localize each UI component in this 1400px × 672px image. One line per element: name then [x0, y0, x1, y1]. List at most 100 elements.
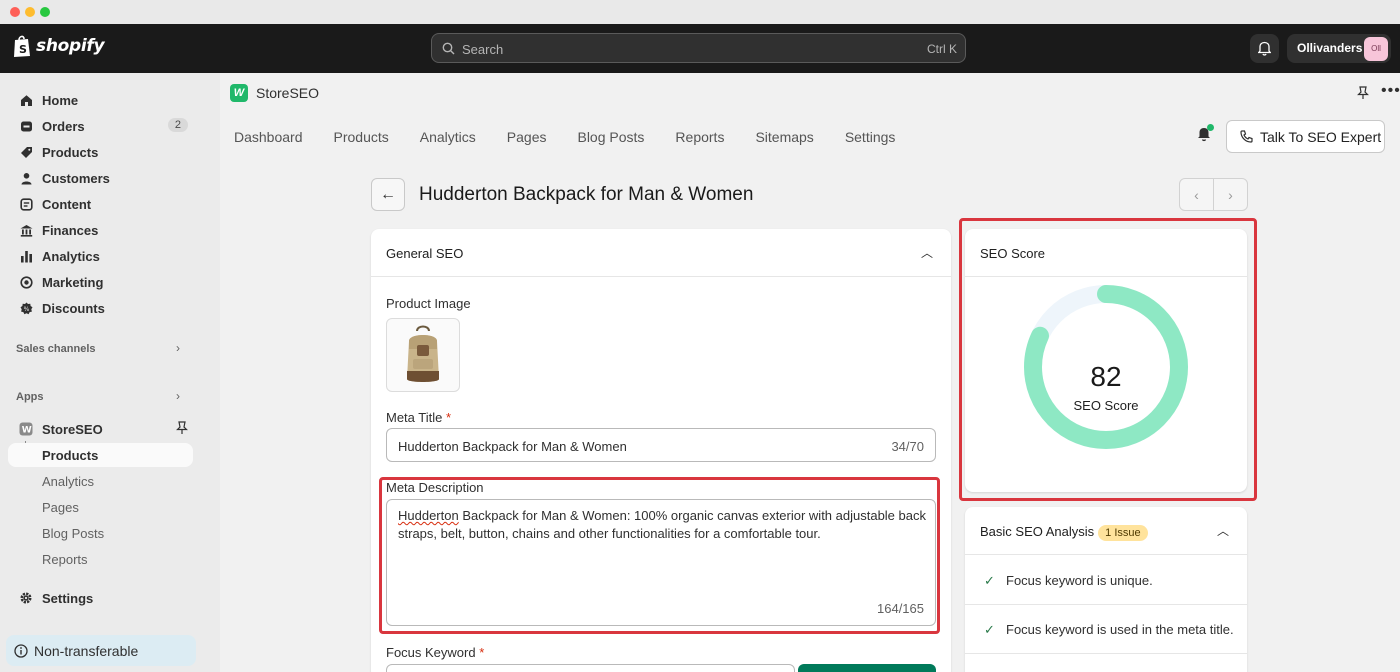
svg-text:S: S [19, 43, 27, 56]
backpack-image [407, 325, 439, 382]
sidebar-item-settings[interactable]: Settings [8, 586, 194, 610]
tab-settings[interactable]: Settings [845, 129, 896, 145]
shopify-logo[interactable]: S shopify [12, 34, 105, 58]
sidebar-item-label: Discounts [42, 300, 105, 316]
meta-title-value: Hudderton Backpack for Man & Women [398, 439, 627, 454]
gear-icon [18, 590, 34, 606]
content-icon [18, 196, 34, 212]
global-search-input[interactable]: Search Ctrl K [431, 33, 966, 63]
window-minimize-button[interactable] [25, 7, 35, 17]
non-transferable-banner[interactable]: Non-transferable [6, 635, 196, 666]
product-image-thumbnail[interactable] [386, 318, 460, 392]
app-header: W StoreSEO [230, 84, 319, 102]
talk-to-seo-expert-button[interactable]: Talk To SEO Expert [1226, 120, 1385, 153]
required-asterisk: * [445, 410, 452, 425]
sidebar-subitem-analytics[interactable]: Analytics [42, 474, 94, 489]
bank-icon [18, 222, 34, 238]
storeseo-logo-icon: W [230, 84, 248, 102]
non-transferable-label: Non-transferable [34, 642, 139, 659]
sidebar-subitem-reports[interactable]: Reports [42, 552, 88, 567]
sidebar-item-label: Content [42, 196, 92, 212]
previous-product-button[interactable]: ‹ [1180, 179, 1214, 210]
sidebar-item-marketing[interactable]: Marketing [8, 270, 194, 294]
search-placeholder: Search [462, 42, 504, 57]
sidebar-item-orders[interactable]: Orders 2 [8, 114, 194, 138]
sidebar-item-label: Settings [42, 590, 94, 606]
seo-score-highlight [959, 218, 1257, 501]
analysis-check-row[interactable]: ✓ Focus keyword is used in the meta titl… [965, 605, 1247, 654]
more-options-icon[interactable]: ••• [1381, 82, 1400, 100]
tab-analytics[interactable]: Analytics [420, 129, 476, 145]
app-notifications-bell-icon[interactable] [1197, 124, 1214, 145]
apps-heading[interactable]: Apps [16, 391, 44, 403]
sidebar-item-customers[interactable]: Customers [8, 166, 194, 190]
tab-dashboard[interactable]: Dashboard [234, 129, 303, 145]
product-image-label: Product Image [386, 296, 471, 311]
focus-keyword-button[interactable] [798, 664, 936, 672]
discount-icon: % [18, 300, 34, 316]
sidebar-item-products[interactable]: Products [8, 140, 194, 164]
meta-title-input[interactable]: Hudderton Backpack for Man & Women 34/70 [386, 428, 936, 462]
chevron-up-icon[interactable]: ︿ [921, 244, 933, 261]
window-maximize-button[interactable] [40, 7, 50, 17]
sidebar-item-discounts[interactable]: % Discounts [8, 296, 194, 320]
focus-keyword-input[interactable] [386, 664, 795, 672]
checkmark-icon: ✓ [984, 573, 995, 588]
orders-icon [18, 118, 34, 134]
analysis-check-row[interactable]: ✓ Focus keyword is unique. [965, 556, 1247, 605]
next-product-button[interactable]: › [1214, 179, 1247, 210]
sidebar-item-storeseo[interactable]: W StoreSEO [8, 417, 194, 441]
back-button[interactable]: ← [371, 178, 405, 211]
shopify-topbar: S shopify Search Ctrl K Ollivanders Oll [0, 24, 1400, 73]
checkmark-icon: ✓ [984, 622, 995, 637]
store-menu-button[interactable]: Ollivanders Oll [1287, 34, 1391, 63]
sidebar-subitem-blog-posts[interactable]: Blog Posts [42, 526, 104, 541]
basic-seo-analysis-title: Basic SEO Analysis 1 Issue [980, 524, 1148, 541]
sidebar: Home Orders 2 Products Customers Content… [0, 73, 220, 672]
basic-seo-analysis-heading: Basic SEO Analysis [980, 524, 1095, 539]
general-seo-header[interactable]: General SEO ︿ [371, 229, 951, 277]
search-icon [442, 42, 455, 55]
svg-text:%: % [23, 306, 29, 313]
sidebar-item-home[interactable]: Home [8, 88, 194, 112]
general-seo-title: General SEO [386, 246, 464, 261]
tab-reports[interactable]: Reports [675, 129, 724, 145]
basic-seo-analysis-header[interactable]: Basic SEO Analysis 1 Issue ︿ [965, 507, 1247, 555]
pin-icon[interactable] [176, 421, 188, 438]
sidebar-item-label: Orders [42, 118, 85, 134]
store-avatar: Oll [1364, 37, 1388, 61]
sidebar-item-label: Products [42, 144, 99, 160]
sidebar-item-content[interactable]: Content [8, 192, 194, 216]
analysis-check-text: Focus keyword is unique. [1006, 573, 1153, 588]
sidebar-item-finances[interactable]: Finances [8, 218, 194, 242]
sidebar-item-label: Analytics [42, 248, 100, 264]
tab-blog-posts[interactable]: Blog Posts [577, 129, 644, 145]
chevron-right-icon[interactable]: › [176, 341, 180, 355]
sidebar-subitem-products[interactable]: Products [8, 443, 193, 467]
orders-count-badge: 2 [167, 118, 188, 132]
tab-pages[interactable]: Pages [507, 129, 547, 145]
meta-description-highlight [379, 477, 940, 634]
meta-title-label-text: Meta Title [386, 410, 443, 425]
bar-chart-icon [18, 248, 34, 264]
tab-products[interactable]: Products [334, 129, 389, 145]
window-close-button[interactable] [10, 7, 20, 17]
app-tab-bar: Dashboard Products Analytics Pages Blog … [234, 129, 926, 145]
sidebar-subitem-pages[interactable]: Pages [42, 500, 79, 515]
sales-channels-heading[interactable]: Sales channels [16, 343, 96, 355]
notifications-button[interactable] [1250, 34, 1279, 63]
sidebar-item-analytics[interactable]: Analytics [8, 244, 194, 268]
storeseo-app-icon: W [18, 421, 34, 437]
info-icon [14, 643, 28, 658]
pin-icon[interactable] [1357, 86, 1369, 103]
chevron-right-icon[interactable]: › [176, 389, 180, 403]
phone-icon [1240, 130, 1253, 143]
window-titlebar [0, 0, 1400, 24]
tab-sitemaps[interactable]: Sitemaps [755, 129, 813, 145]
target-icon [18, 274, 34, 290]
app-name: StoreSEO [256, 85, 320, 101]
svg-text:W: W [22, 426, 32, 436]
shopify-wordmark: shopify [36, 36, 105, 56]
focus-keyword-label: Focus Keyword * [386, 645, 484, 660]
chevron-up-icon[interactable]: ︿ [1217, 522, 1229, 539]
